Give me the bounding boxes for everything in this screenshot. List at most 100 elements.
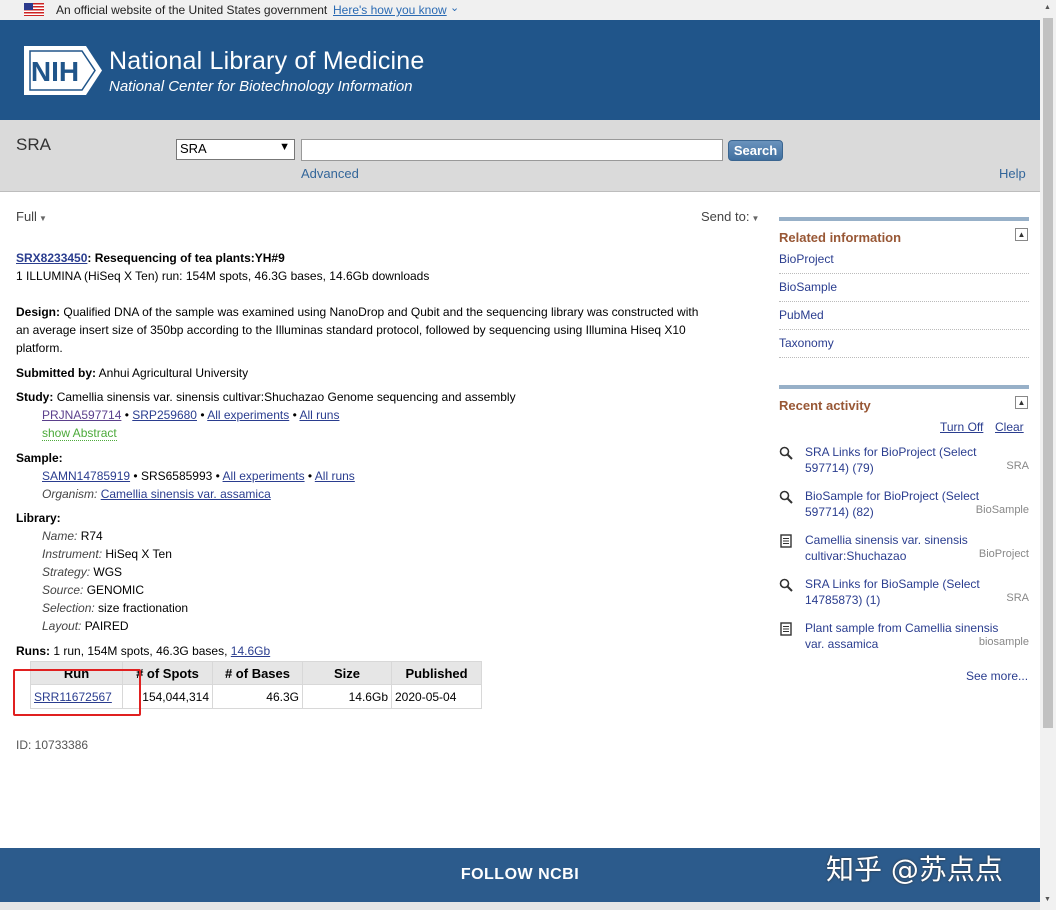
submitted-by-value: Anhui Agricultural University [98, 366, 249, 380]
nlm-title[interactable]: National Library of Medicine [109, 47, 424, 76]
srp-link[interactable]: SRP259680 [132, 408, 197, 422]
sample-label: Sample: [16, 451, 63, 465]
study-links: PRJNA597714 • SRP259680 • All experiment… [42, 408, 340, 422]
nih-header: NIH National Library of Medicine Nationa… [0, 20, 1040, 120]
watermark: 知乎 @苏点点 [826, 853, 1003, 886]
related-item-pubmed[interactable]: PubMed [779, 308, 1029, 330]
collapse-recent-button[interactable]: ▲ [1015, 396, 1028, 409]
library-layout: Layout: PAIRED [42, 619, 129, 633]
recent-portlet-bar [779, 385, 1029, 389]
design-line-3: platform. [16, 341, 63, 355]
recent-item-text[interactable]: SRA Links for BioSample (Select 14785873… [805, 576, 1005, 608]
footer: FOLLOW NCBI 知乎 @苏点点 [0, 848, 1040, 902]
related-portlet-bar [779, 217, 1029, 221]
sample-all-experiments-link[interactable]: All experiments [223, 469, 305, 483]
recent-item-text[interactable]: SRA Links for BioProject (Select 597714)… [805, 444, 1005, 476]
runs-summary: Runs: 1 run, 154M spots, 46.3G bases, 14… [16, 644, 270, 658]
search-button[interactable]: Search [728, 140, 783, 161]
see-more-link[interactable]: See more... [966, 669, 1028, 683]
design-line-2: an average insert size of 350bp accordin… [16, 323, 686, 337]
show-abstract-link[interactable]: show Abstract [42, 426, 117, 441]
col-bases: # of Bases [212, 661, 303, 685]
published-cell: 2020-05-04 [391, 684, 482, 709]
related-item-biosample[interactable]: BioSample [779, 280, 1029, 302]
recent-activity-title: Recent activity [779, 398, 871, 413]
database-select[interactable]: SRA ▼ [176, 139, 295, 160]
format-dropdown[interactable]: Full ▼ [16, 209, 47, 224]
related-item-bioproject[interactable]: BioProject [779, 252, 1029, 274]
chevron-down-icon[interactable]: ⌄ [450, 1, 459, 14]
send-to-dropdown[interactable]: Send to: ▼ [701, 209, 759, 224]
runs-size-link[interactable]: 14.6Gb [231, 644, 270, 658]
bottom-strip [0, 902, 1040, 910]
study-all-runs-link[interactable]: All runs [299, 408, 339, 422]
study-all-experiments-link[interactable]: All experiments [207, 408, 289, 422]
library-instrument: Instrument: HiSeq X Ten [42, 547, 172, 561]
heres-how-you-know-link[interactable]: Here's how you know [333, 3, 447, 17]
vertical-scrollbar[interactable]: ▲ ▼ [1040, 0, 1056, 910]
recent-item[interactable]: Camellia sinensis var. sinensis cultivar… [779, 532, 1029, 576]
chevron-down-icon: ▼ [38, 214, 47, 223]
record-id: ID: 10733386 [16, 738, 89, 752]
clear-link[interactable]: Clear [995, 420, 1024, 434]
recent-item[interactable]: Plant sample from Camellia sinensis var.… [779, 620, 1029, 664]
runs-label: Runs: [16, 644, 50, 658]
red-highlight-box [13, 669, 141, 716]
library-selection-label: Selection: [42, 601, 95, 615]
us-flag-icon [24, 3, 44, 16]
search-bar: SRA SRA ▼ Search Advanced Help [0, 120, 1040, 192]
search-icon [779, 490, 793, 504]
organism-link[interactable]: Camellia sinensis var. assamica [101, 487, 271, 501]
record-summary: 1 ILLUMINA (HiSeq X Ten) run: 154M spots… [16, 269, 430, 283]
recent-item-db: BioProject [978, 548, 1029, 560]
col-size: Size [302, 661, 392, 685]
search-icon [779, 578, 793, 592]
document-icon [780, 534, 792, 548]
library-name: Name: R74 [42, 529, 103, 543]
nih-logo[interactable]: NIH [24, 46, 102, 95]
sample-all-runs-link[interactable]: All runs [315, 469, 355, 483]
library-label: Library: [16, 511, 61, 525]
recent-item-db: BioSample [975, 504, 1029, 516]
format-dropdown-label: Full [16, 209, 37, 224]
scrollbar-thumb[interactable] [1043, 18, 1053, 728]
recent-item-text[interactable]: Plant sample from Camellia sinensis var.… [805, 620, 1005, 652]
scroll-up-arrow-icon[interactable]: ▲ [1044, 4, 1051, 11]
sample-links: SAMN14785919 • SRS6585993 • All experime… [42, 469, 355, 483]
recent-item-db: SRA [1006, 592, 1029, 604]
ncbi-subtitle[interactable]: National Center for Biotechnology Inform… [109, 78, 413, 95]
library-strategy: Strategy: WGS [42, 565, 122, 579]
send-to-label: Send to: [701, 209, 750, 224]
size-cell: 14.6Gb [302, 684, 392, 709]
recent-item[interactable]: SRA Links for BioSample (Select 14785873… [779, 576, 1029, 620]
search-icon [779, 446, 793, 460]
related-information-title: Related information [779, 230, 902, 245]
nih-logo-text: NIH [31, 56, 79, 87]
help-link[interactable]: Help [999, 166, 1026, 181]
experiment-accession-link[interactable]: SRX8233450 [16, 251, 87, 265]
library-selection-value: size fractionation [98, 601, 189, 615]
runs-summary-text: 1 run, 154M spots, 46.3G bases, [53, 644, 228, 658]
library-strategy-label: Strategy: [42, 565, 91, 579]
bioproject-link[interactable]: PRJNA597714 [42, 408, 121, 422]
recent-item-text[interactable]: Camellia sinensis var. sinensis cultivar… [805, 532, 1005, 564]
recent-item[interactable]: SRA Links for BioProject (Select 597714)… [779, 444, 1029, 488]
srs-accession: SRS6585993 [140, 469, 213, 483]
study-label: Study: [16, 390, 54, 404]
library-source: Source: GENOMIC [42, 583, 144, 597]
biosample-link[interactable]: SAMN14785919 [42, 469, 130, 483]
collapse-related-button[interactable]: ▲ [1015, 228, 1028, 241]
recent-item[interactable]: BioSample for BioProject (Select 597714)… [779, 488, 1029, 532]
search-input[interactable] [301, 139, 723, 161]
advanced-search-link[interactable]: Advanced [301, 166, 359, 181]
library-source-label: Source: [42, 583, 84, 597]
turn-off-link[interactable]: Turn Off [940, 420, 983, 434]
related-item-taxonomy[interactable]: Taxonomy [779, 336, 1029, 358]
chevron-down-icon: ▼ [279, 141, 290, 153]
scroll-down-arrow-icon[interactable]: ▼ [1044, 896, 1051, 903]
library-layout-label: Layout: [42, 619, 82, 633]
library-instrument-label: Instrument: [42, 547, 103, 561]
organism-label: Organism: [42, 487, 98, 501]
design-label: Design: [16, 305, 61, 319]
library-source-value: GENOMIC [86, 583, 145, 597]
